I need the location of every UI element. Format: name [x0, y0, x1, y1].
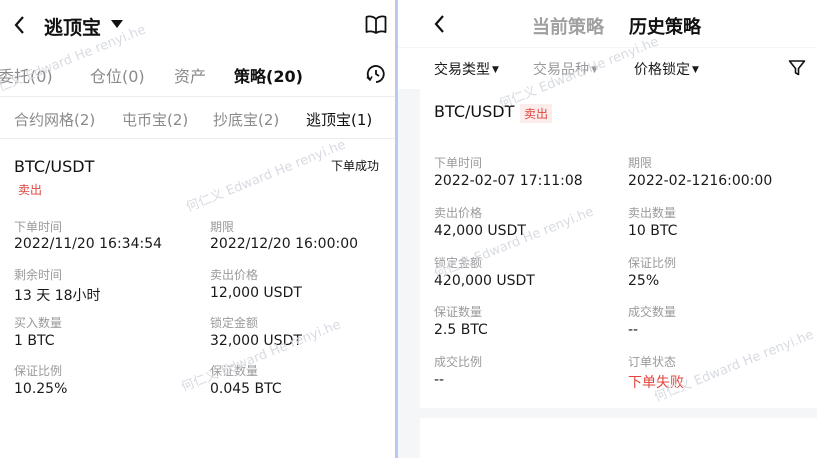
field-value: 2022/12/20 16:00:00 [210, 236, 359, 252]
field-label: 期限 [628, 156, 653, 170]
field-value: 12,000 USDT [210, 285, 302, 301]
left-panel: 逃顶宝 委托(0) 仓位(0) 资产 策略(20) 合约网格(2) 屯币宝(2)… [0, 0, 395, 458]
book-icon[interactable] [365, 15, 387, 35]
right-panel: 当前策略 历史策略 交易类型 ▼ 交易品种 ▼ 价格锁定 ▼ BTC/USDT 卖出 … [398, 0, 817, 458]
field-value: 2.5 BTC [434, 322, 488, 338]
history-clock-icon[interactable] [365, 63, 387, 85]
caret-down-icon: ▼ [591, 65, 598, 75]
field-label: 卖出价格 [434, 206, 483, 220]
field-value: -- [434, 372, 445, 388]
field-label: 成交比例 [434, 355, 483, 369]
field-label: 买入数量 [14, 316, 63, 330]
field-label: 订单状态 [628, 355, 677, 369]
tab-history-strategy[interactable]: 历史策略 [629, 13, 701, 39]
filter-trade-type[interactable]: 交易类型 ▼ [434, 59, 499, 79]
card-status: 下单成功 [331, 159, 380, 173]
subtabs-divider [0, 138, 395, 139]
card-pair: BTC/USDT [434, 102, 515, 121]
card-side-badge: 卖出 [18, 183, 43, 197]
tab-current-strategy[interactable]: 当前策略 [532, 13, 604, 39]
filter-product-label: 交易品种 [533, 62, 589, 78]
field-value: -- [628, 322, 639, 338]
tab-positions[interactable]: 仓位(0) [90, 63, 145, 87]
field-value: 42,000 USDT [434, 223, 526, 239]
tabs-divider [0, 96, 395, 97]
back-arrow-icon[interactable] [12, 14, 26, 36]
subtab-grid[interactable]: 合约网格(2) [14, 109, 95, 130]
field-value: 25% [628, 273, 660, 289]
subtab-buy-dip[interactable]: 抄底宝(2) [213, 109, 279, 130]
field-value: 32,000 USDT [210, 333, 302, 349]
next-card [420, 418, 817, 458]
field-value: 10 BTC [628, 223, 678, 239]
page-title[interactable]: 逃顶宝 [44, 13, 101, 40]
field-value: 420,000 USDT [434, 273, 535, 289]
filter-trade-type-label: 交易类型 [434, 62, 490, 78]
field-value: 2022-02-07 17:11:08 [434, 173, 583, 189]
field-value: 2022-02-1216:00:00 [628, 173, 773, 189]
field-value: 13 天 18小时 [14, 288, 101, 304]
back-arrow-icon[interactable] [432, 13, 446, 35]
field-label: 卖出价格 [210, 268, 259, 282]
caret-down-icon: ▼ [492, 65, 499, 75]
field-label: 期限 [210, 220, 235, 234]
filter-price-lock-label: 价格锁定 [634, 62, 690, 78]
card-pair: BTC/USDT [14, 157, 95, 176]
order-status-value: 下单失败 [628, 375, 684, 391]
card-side-badge: 卖出 [520, 104, 553, 123]
field-label: 保证比例 [14, 364, 63, 378]
filter-price-lock[interactable]: 价格锁定 ▼ [634, 59, 699, 79]
field-label: 锁定金额 [210, 316, 259, 330]
subtab-sell-top[interactable]: 逃顶宝(1) [306, 109, 372, 130]
field-label: 卖出数量 [628, 206, 677, 220]
field-label: 下单时间 [434, 156, 483, 170]
caret-down-icon: ▼ [692, 65, 699, 75]
caret-down-icon[interactable] [111, 20, 123, 29]
field-value: 10.25% [14, 381, 68, 397]
subtab-hoard[interactable]: 屯币宝(2) [122, 109, 188, 130]
field-value: 1 BTC [14, 333, 55, 349]
filter-funnel-icon[interactable] [788, 59, 806, 77]
tab-assets[interactable]: 资产 [174, 63, 206, 87]
right-header [398, 0, 817, 47]
field-label: 保证数量 [434, 305, 483, 319]
field-label: 下单时间 [14, 220, 63, 234]
field-label: 成交数量 [628, 305, 677, 319]
field-label: 保证比例 [628, 256, 677, 270]
field-value: 2022/11/20 16:34:54 [14, 236, 163, 252]
field-label: 保证数量 [210, 364, 259, 378]
filter-product[interactable]: 交易品种 ▼ [533, 59, 598, 79]
field-label: 锁定金额 [434, 256, 483, 270]
field-value: 0.045 BTC [210, 381, 282, 397]
watermark: 何仁义 Edward He renyi.he [184, 137, 348, 216]
tab-strategies[interactable]: 策略(20) [234, 63, 303, 87]
field-label: 剩余时间 [14, 268, 63, 282]
tab-orders[interactable]: 委托(0) [0, 63, 53, 87]
